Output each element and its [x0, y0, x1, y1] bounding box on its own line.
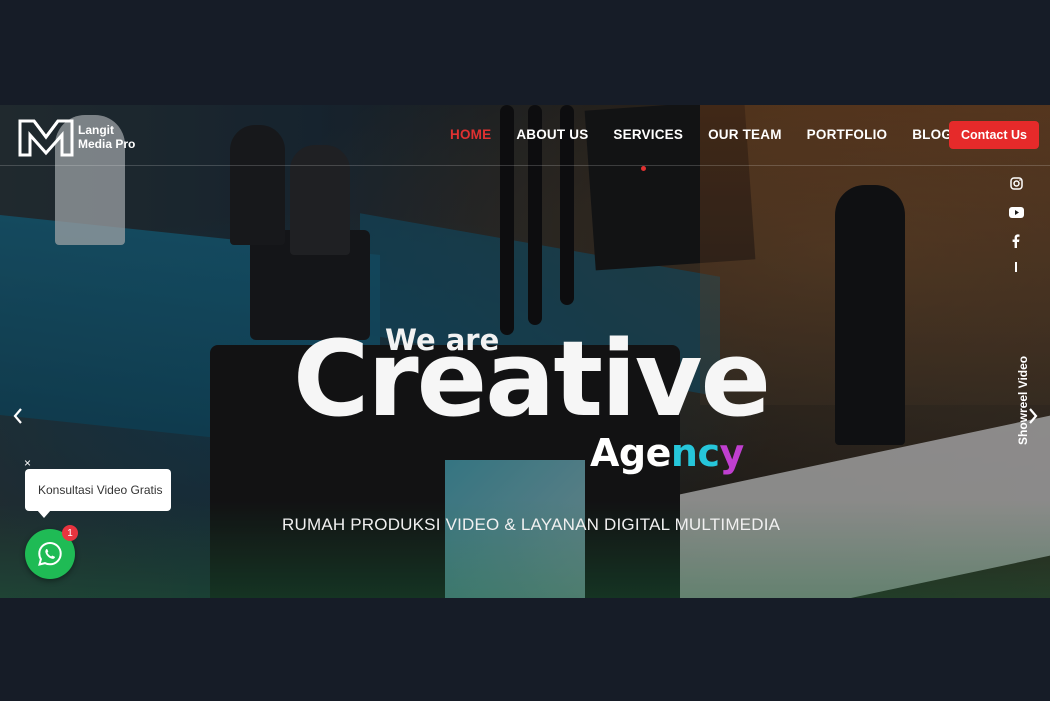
agency-part2: nc	[670, 431, 720, 475]
youtube-icon[interactable]	[1008, 204, 1024, 220]
social-divider	[1015, 262, 1017, 272]
page: Langit Media Pro HOME ABOUT US SERVICES …	[0, 0, 1050, 701]
logo[interactable]: Langit Media Pro	[18, 117, 135, 157]
logo-name-line2: Media Pro	[78, 137, 136, 151]
logo-name-line1: Langit	[78, 123, 114, 137]
whatsapp-bubble-close-icon[interactable]: ×	[24, 456, 31, 470]
instagram-icon[interactable]	[1008, 175, 1024, 191]
agency-part3: y	[719, 431, 744, 475]
logo-mark-icon	[18, 119, 74, 157]
hero-slider: Langit Media Pro HOME ABOUT US SERVICES …	[0, 105, 1050, 598]
social-links	[1007, 175, 1025, 286]
hero-tagline: RUMAH PRODUKSI VIDEO & LAYANAN DIGITAL M…	[282, 515, 781, 534]
whatsapp-icon	[38, 541, 62, 566]
hero-headline: Creative	[293, 318, 771, 440]
contact-us-button[interactable]: Contact Us	[949, 121, 1039, 149]
nav-our-team[interactable]: OUR TEAM	[708, 127, 782, 142]
logo-text: Langit Media Pro	[78, 123, 135, 151]
whatsapp-bubble[interactable]: Konsultasi Video Gratis	[25, 469, 171, 518]
nav-about-us[interactable]: ABOUT US	[516, 127, 588, 142]
slider-next-arrow-icon[interactable]	[1023, 405, 1043, 427]
nav-services[interactable]: SERVICES	[613, 127, 683, 142]
main-nav: HOME ABOUT US SERVICES OUR TEAM PORTFOLI…	[450, 127, 977, 142]
hero-agency: Agency	[590, 431, 744, 475]
header-divider	[0, 165, 1050, 166]
agency-part1: Age	[590, 431, 671, 475]
nav-portfolio[interactable]: PORTFOLIO	[807, 127, 888, 142]
facebook-icon[interactable]	[1008, 233, 1024, 249]
nav-indicator-dot	[641, 166, 646, 171]
nav-blog[interactable]: BLOG	[912, 127, 952, 142]
slider-prev-arrow-icon[interactable]	[8, 405, 28, 427]
nav-home[interactable]: HOME	[450, 127, 491, 142]
whatsapp-notification-badge: 1	[62, 525, 78, 541]
whatsapp-bubble-text: Konsultasi Video Gratis	[38, 483, 163, 497]
showreel-video-link[interactable]: Showreel Video	[1016, 356, 1030, 445]
